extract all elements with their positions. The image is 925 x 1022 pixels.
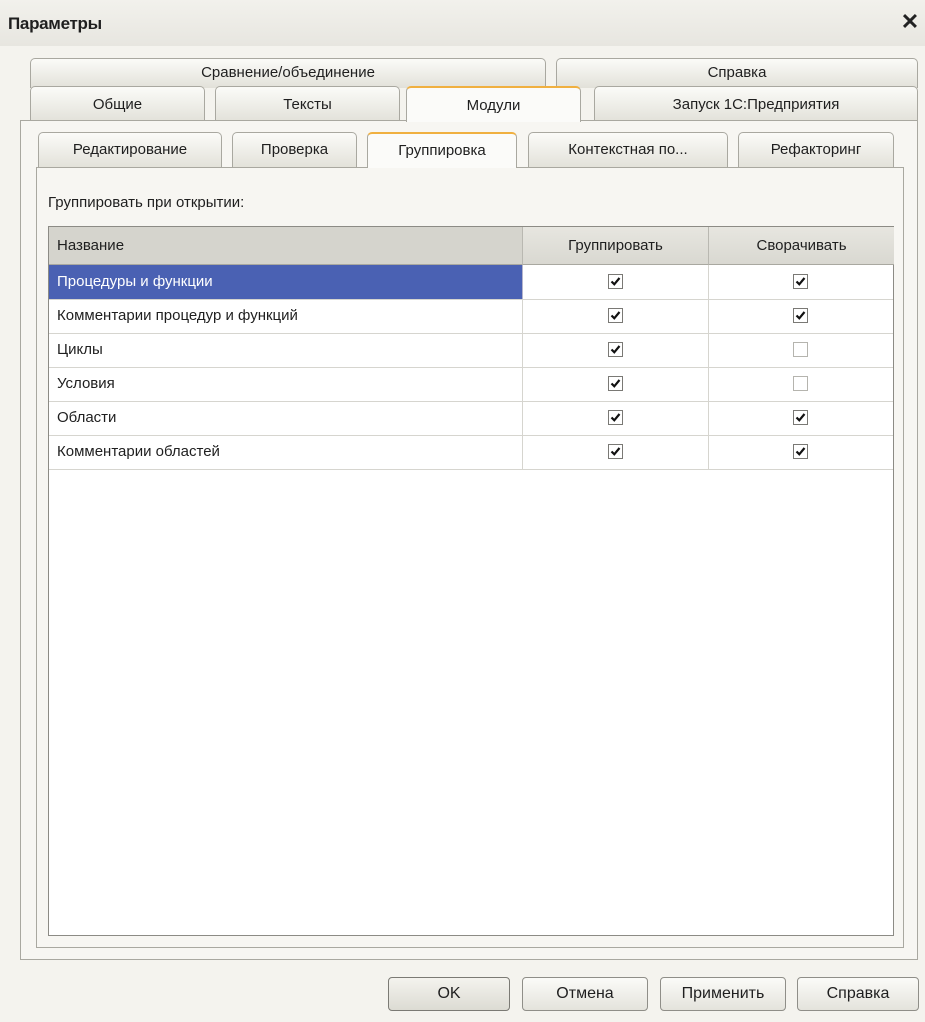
group-checkbox[interactable] — [607, 308, 623, 323]
collapse-checkbox-cell — [709, 401, 893, 435]
collapse-checkbox-cell — [709, 435, 893, 469]
subtab-context-hint[interactable]: Контекстная по... — [528, 132, 728, 168]
column-header-group[interactable]: Группировать — [523, 227, 709, 265]
group-checkbox-cell — [523, 333, 709, 367]
row-name[interactable]: Условия — [49, 367, 523, 401]
group-checkbox[interactable] — [607, 342, 623, 357]
group-checkbox-cell — [523, 367, 709, 401]
group-checkbox-cell — [523, 299, 709, 333]
grouping-table: Название Группировать Сворачивать Процед… — [48, 226, 894, 936]
row-name[interactable]: Области — [49, 401, 523, 435]
row-name[interactable]: Циклы — [49, 333, 523, 367]
group-checkbox[interactable] — [607, 376, 623, 391]
title-bar[interactable]: Параметры ✕ — [0, 0, 925, 46]
collapse-checkbox-cell — [709, 299, 893, 333]
collapse-checkbox-cell — [709, 333, 893, 367]
table-row[interactable]: Процедуры и функции — [49, 265, 893, 300]
group-checkbox-cell — [523, 401, 709, 435]
collapse-checkbox[interactable] — [793, 444, 808, 459]
collapse-checkbox[interactable] — [793, 308, 808, 323]
group-checkbox[interactable] — [607, 444, 623, 459]
column-header-name[interactable]: Название — [49, 227, 523, 265]
collapse-checkbox-cell — [709, 367, 893, 401]
apply-button[interactable]: Применить — [660, 977, 786, 1011]
column-header-collapse[interactable]: Сворачивать — [709, 227, 894, 265]
tab-texts[interactable]: Тексты — [215, 86, 400, 122]
group-checkbox-cell — [523, 265, 709, 299]
dialog-title: Параметры — [8, 14, 102, 33]
cancel-button[interactable]: Отмена — [522, 977, 648, 1011]
table-row[interactable]: Циклы — [49, 333, 893, 368]
row-name[interactable]: Процедуры и функции — [49, 265, 523, 299]
tab-help[interactable]: Справка — [556, 58, 918, 88]
group-checkbox[interactable] — [607, 274, 623, 289]
settings-dialog: Параметры ✕ Сравнение/объединение Справк… — [0, 0, 925, 1022]
group-checkbox-cell — [523, 435, 709, 469]
help-button[interactable]: Справка — [797, 977, 919, 1011]
ok-button[interactable]: OK — [388, 977, 510, 1011]
subtab-grouping[interactable]: Группировка — [367, 132, 517, 168]
subtab-check[interactable]: Проверка — [232, 132, 357, 168]
group-checkbox[interactable] — [607, 410, 623, 425]
collapse-checkbox[interactable] — [793, 410, 808, 425]
collapse-checkbox[interactable] — [793, 274, 808, 289]
tab-general[interactable]: Общие — [30, 86, 205, 122]
subtab-editing[interactable]: Редактирование — [38, 132, 222, 168]
tab-modules[interactable]: Модули — [406, 86, 581, 122]
tab-launch-enterprise[interactable]: Запуск 1С:Предприятия — [594, 86, 918, 122]
subtab-refactoring[interactable]: Рефакторинг — [738, 132, 894, 168]
table-row[interactable]: Области — [49, 401, 893, 436]
table-row[interactable]: Комментарии процедур и функций — [49, 299, 893, 334]
row-name[interactable]: Комментарии областей — [49, 435, 523, 469]
table-row[interactable]: Условия — [49, 367, 893, 402]
collapse-checkbox-cell — [709, 265, 893, 299]
tab-compare-merge[interactable]: Сравнение/объединение — [30, 58, 546, 88]
table-row[interactable]: Комментарии областей — [49, 435, 893, 470]
row-name[interactable]: Комментарии процедур и функций — [49, 299, 523, 333]
grouping-caption: Группировать при открытии: — [48, 194, 245, 211]
close-icon[interactable]: ✕ — [899, 10, 921, 34]
collapse-checkbox[interactable] — [793, 342, 808, 357]
collapse-checkbox[interactable] — [793, 376, 808, 391]
